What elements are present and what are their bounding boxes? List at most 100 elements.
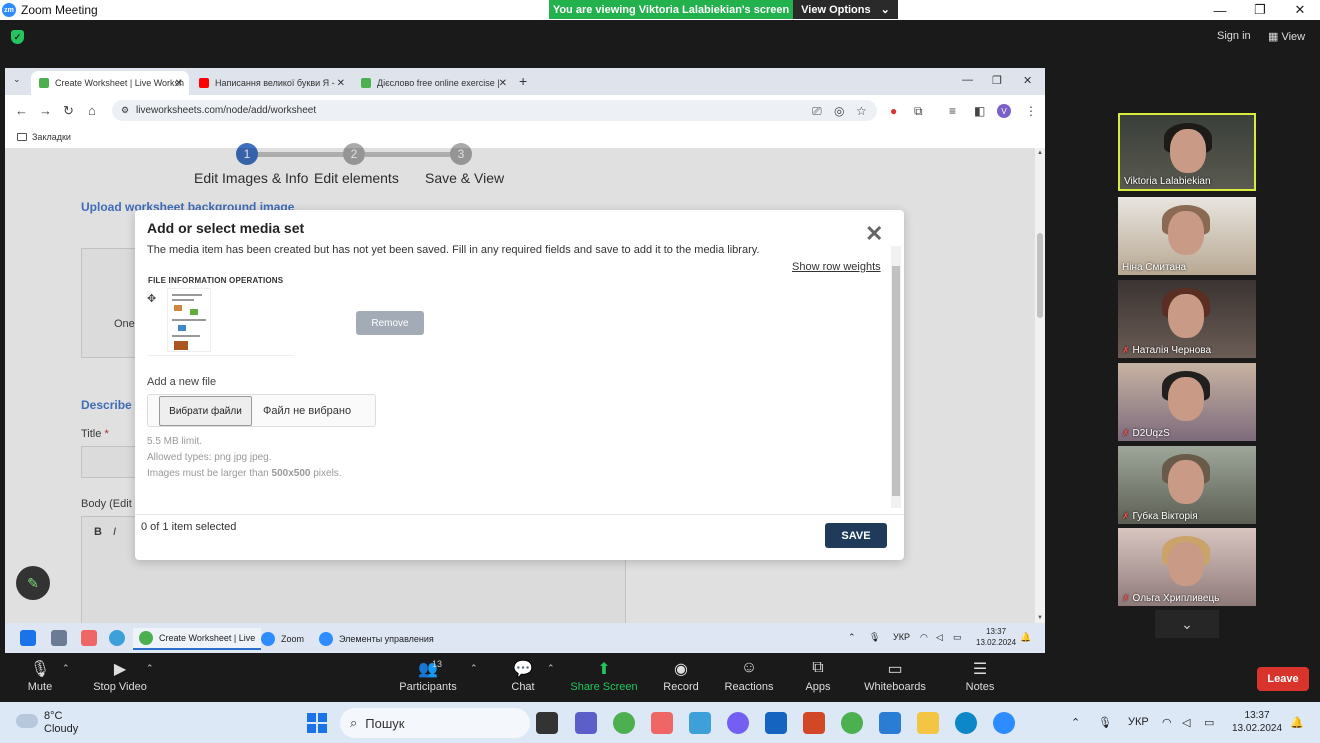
- save-button[interactable]: SAVE: [825, 523, 887, 548]
- browser-close-icon[interactable]: ✕: [1023, 74, 1032, 87]
- tab-close-icon[interactable]: ✕: [499, 78, 507, 89]
- side-panel-icon[interactable]: ◧: [974, 104, 985, 118]
- mute-button[interactable]: 🎙 Mute ⌃: [0, 659, 80, 693]
- calculator-icon[interactable]: [51, 630, 67, 646]
- caret-up-icon[interactable]: ⌃: [470, 663, 478, 674]
- modal-scrollbar-thumb[interactable]: [892, 266, 900, 496]
- browser-tab-1[interactable]: Create Worksheet | Live Worksh ✕: [31, 71, 189, 95]
- extensions-puzzle-icon[interactable]: ⧉: [914, 104, 923, 119]
- chrome-icon[interactable]: [841, 712, 863, 734]
- participant-tile[interactable]: ✗ Губка Вікторія: [1118, 446, 1256, 524]
- site-info-icon[interactable]: ⚙: [121, 105, 129, 116]
- app-icon[interactable]: [689, 712, 711, 734]
- app-icon[interactable]: [879, 712, 901, 734]
- notes-button[interactable]: ☰ Notes: [940, 659, 1020, 693]
- battery-icon[interactable]: ▭: [1204, 716, 1214, 729]
- home-icon[interactable]: ⌂: [88, 103, 96, 118]
- participants-button[interactable]: 👥 13 Participants ⌃: [388, 659, 477, 693]
- scroll-down-icon[interactable]: ▼: [1037, 615, 1043, 621]
- caret-up-icon[interactable]: ⌃: [547, 663, 555, 674]
- new-tab-icon[interactable]: +: [519, 73, 527, 89]
- page-scrollbar-thumb[interactable]: [1037, 233, 1043, 318]
- windows-start-icon[interactable]: [307, 713, 327, 733]
- view-options-button[interactable]: View Options ⌄: [793, 0, 898, 19]
- back-icon[interactable]: ←: [15, 103, 28, 118]
- browser-tab-2[interactable]: Написання великої букви Я - ✕: [191, 71, 351, 95]
- page-scrollbar[interactable]: ▲ ▼: [1035, 148, 1045, 623]
- participant-tile[interactable]: Ніна Смитана: [1118, 197, 1256, 275]
- tab-list-icon[interactable]: ≡: [949, 104, 956, 118]
- taskbar-item-controls[interactable]: Элементы управления: [313, 628, 440, 650]
- show-row-weights-link[interactable]: Show row weights: [792, 261, 881, 273]
- participant-tile[interactable]: Viktoria Lalabiekian: [1118, 113, 1256, 191]
- snipping-tool-icon[interactable]: [651, 712, 673, 734]
- wifi-icon[interactable]: ◠: [1162, 716, 1172, 729]
- teams-icon[interactable]: [575, 712, 597, 734]
- forward-icon[interactable]: →: [39, 103, 52, 118]
- browser-tab-3[interactable]: Дієслово free online exercise | ✕: [353, 71, 513, 95]
- reactions-button[interactable]: ☺ Reactions: [709, 659, 789, 693]
- install-app-icon[interactable]: ⎚: [812, 104, 822, 119]
- stop-video-button[interactable]: ▶ Stop Video ⌃: [80, 659, 160, 693]
- battery-icon[interactable]: ▭: [953, 632, 962, 643]
- caret-up-icon[interactable]: ⌃: [146, 663, 154, 674]
- extension-icon[interactable]: ●: [890, 104, 897, 118]
- leave-button[interactable]: Leave: [1257, 667, 1309, 691]
- clock[interactable]: 13:37 13.02.2024: [1232, 709, 1282, 735]
- notification-bell-icon[interactable]: 🔔: [1020, 632, 1031, 643]
- chat-button[interactable]: 💬 Chat ⌃: [483, 659, 563, 693]
- participant-tile[interactable]: ✗ D2UqzS: [1118, 363, 1256, 441]
- clock[interactable]: 13:37 13.02.2024: [976, 626, 1016, 648]
- language-indicator[interactable]: УКР: [1128, 716, 1149, 728]
- file-explorer-icon[interactable]: [917, 712, 939, 734]
- notification-bell-icon[interactable]: 🔔: [1290, 716, 1304, 729]
- edge-icon[interactable]: [955, 712, 977, 734]
- snipping-tool-icon[interactable]: [81, 630, 97, 646]
- modal-close-icon[interactable]: ✕: [865, 223, 883, 245]
- app-icon[interactable]: [765, 712, 787, 734]
- search-box[interactable]: ⌕ Пошук: [340, 708, 530, 738]
- taskbar-item-chrome[interactable]: Create Worksheet | Live: [133, 628, 262, 650]
- task-view-icon[interactable]: [536, 712, 558, 734]
- menu-icon[interactable]: ⋮: [1025, 104, 1037, 118]
- url-input[interactable]: ⚙ liveworksheets.com/node/add/worksheet: [112, 100, 877, 121]
- language-indicator[interactable]: УКР: [893, 632, 910, 642]
- bookmarks-folder[interactable]: Закладки: [32, 132, 71, 142]
- profile-avatar[interactable]: V: [997, 104, 1011, 118]
- close-button[interactable]: ✕: [1280, 0, 1320, 20]
- tray-chevron-icon[interactable]: ⌃: [1071, 716, 1080, 729]
- start-icon[interactable]: [20, 630, 36, 646]
- view-button[interactable]: ▦ View: [1268, 30, 1305, 43]
- taskbar-item-zoom[interactable]: Zoom: [255, 628, 310, 650]
- browser-maximize-icon[interactable]: ❐: [992, 74, 1002, 87]
- share-screen-button[interactable]: ⬆ Share Screen: [564, 659, 644, 693]
- tab-close-icon[interactable]: ✕: [337, 78, 345, 89]
- reload-icon[interactable]: ↻: [63, 103, 74, 119]
- encryption-shield-icon[interactable]: ✓: [11, 30, 24, 44]
- minimize-button[interactable]: —: [1200, 0, 1240, 20]
- drag-handle-icon[interactable]: ✥: [147, 292, 156, 305]
- bookmark-star-icon[interactable]: ☆: [856, 104, 867, 118]
- volume-icon[interactable]: ◁: [1182, 716, 1190, 729]
- modal-scrollbar[interactable]: [891, 246, 901, 508]
- weather-widget[interactable]: 8°C Cloudy: [16, 710, 78, 736]
- maximize-button[interactable]: ❐: [1240, 0, 1280, 20]
- wifi-icon[interactable]: ◠: [920, 632, 928, 643]
- tab-close-icon[interactable]: ✕: [175, 78, 183, 89]
- remove-button[interactable]: Remove: [356, 311, 424, 335]
- sign-in-button[interactable]: Sign in: [1217, 30, 1251, 42]
- scroll-up-icon[interactable]: ▲: [1037, 150, 1043, 156]
- browser-minimize-icon[interactable]: —: [962, 74, 973, 86]
- eye-off-icon[interactable]: ◎: [834, 104, 844, 118]
- choose-files-button[interactable]: Вибрати файли: [159, 396, 252, 426]
- microphone-icon[interactable]: 🎙: [1098, 716, 1112, 729]
- app-icon[interactable]: [109, 630, 125, 646]
- powerpoint-icon[interactable]: [803, 712, 825, 734]
- caret-up-icon[interactable]: ⌃: [62, 663, 70, 674]
- zoom-icon[interactable]: [993, 712, 1015, 734]
- tray-chevron-icon[interactable]: ⌃: [848, 632, 856, 643]
- participant-tile[interactable]: ✗ Ольга Хрипливець: [1118, 528, 1256, 606]
- whiteboards-button[interactable]: ▭ Whiteboards: [855, 659, 935, 693]
- volume-icon[interactable]: ◁: [936, 632, 943, 643]
- chrome-icon[interactable]: [613, 712, 635, 734]
